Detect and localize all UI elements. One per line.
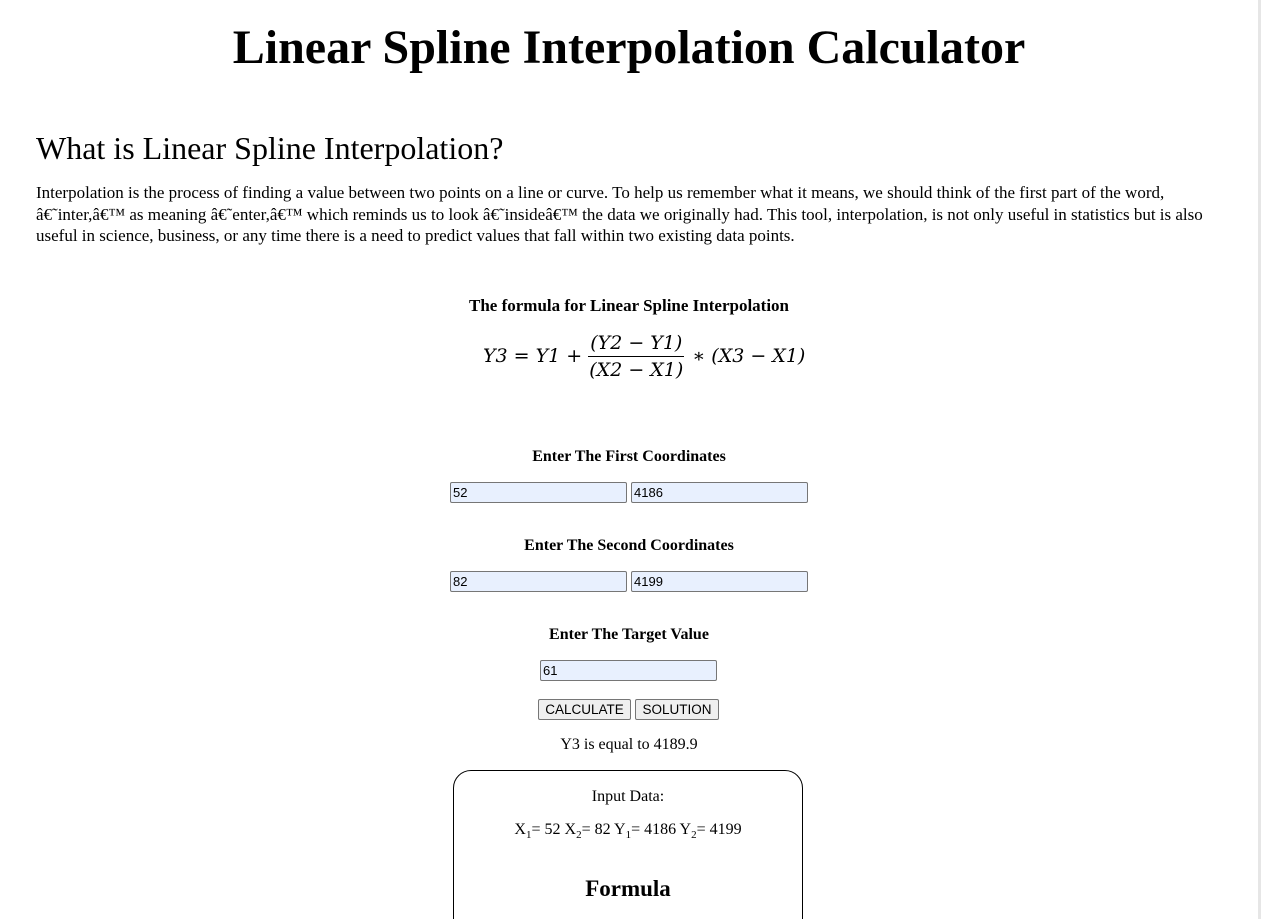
x1-value: = 52 <box>531 821 561 838</box>
x2-label: X <box>564 821 577 838</box>
input-data-heading: Input Data: <box>591 788 665 805</box>
y2-input[interactable] <box>631 571 808 592</box>
solution-formula-heading: Formula <box>585 876 671 901</box>
page-title: Linear Spline Interpolation Calculator <box>232 21 1026 74</box>
solution-button[interactable]: SOLUTION <box>635 699 719 720</box>
intro-paragraph: Interpolation is the process of finding … <box>36 183 1203 245</box>
result-text: Y3 is equal to 4189.9 <box>560 736 698 753</box>
y1-value: = 4186 <box>631 821 677 838</box>
formula-title: The formula for Linear Spline Interpolat… <box>468 296 790 315</box>
section-heading: What is Linear Spline Interpolation? <box>36 130 504 166</box>
solution-panel: Input Data: X1= 52 X2= 82 Y1= 4186 Y2= 4… <box>453 770 803 919</box>
formula-expression: Y3 = Y1 + (Y2 − Y1) (X2 − X1) ∗ (X3 − X1… <box>483 328 805 384</box>
calculate-button[interactable]: CALCULATE <box>538 699 631 720</box>
target-value-input[interactable] <box>540 660 717 681</box>
y1-label: Y <box>614 821 626 838</box>
second-coordinates-label: Enter The Second Coordinates <box>524 537 734 554</box>
formula-fraction: (Y2 − Y1) (X2 − X1) <box>588 332 685 381</box>
formula-numerator: (Y2 − Y1) <box>588 332 685 357</box>
formula-rhs: ∗ (X3 − X1) <box>692 345 806 367</box>
target-value-label: Enter The Target Value <box>549 626 709 643</box>
y1-input[interactable] <box>631 482 808 503</box>
x1-label: X <box>514 821 526 838</box>
input-data-values: X1= 52 X2= 82 Y1= 4186 Y2= 4199 <box>454 821 802 841</box>
y2-label: Y <box>679 821 692 838</box>
formula-denominator: (X2 − X1) <box>589 358 684 381</box>
x1-input[interactable] <box>450 482 627 503</box>
formula-lhs: Y3 = Y1 + <box>483 345 583 367</box>
x2-input[interactable] <box>450 571 627 592</box>
y2-value: = 4199 <box>696 821 742 838</box>
x2-value: = 82 <box>581 821 611 838</box>
first-coordinates-label: Enter The First Coordinates <box>532 448 726 465</box>
